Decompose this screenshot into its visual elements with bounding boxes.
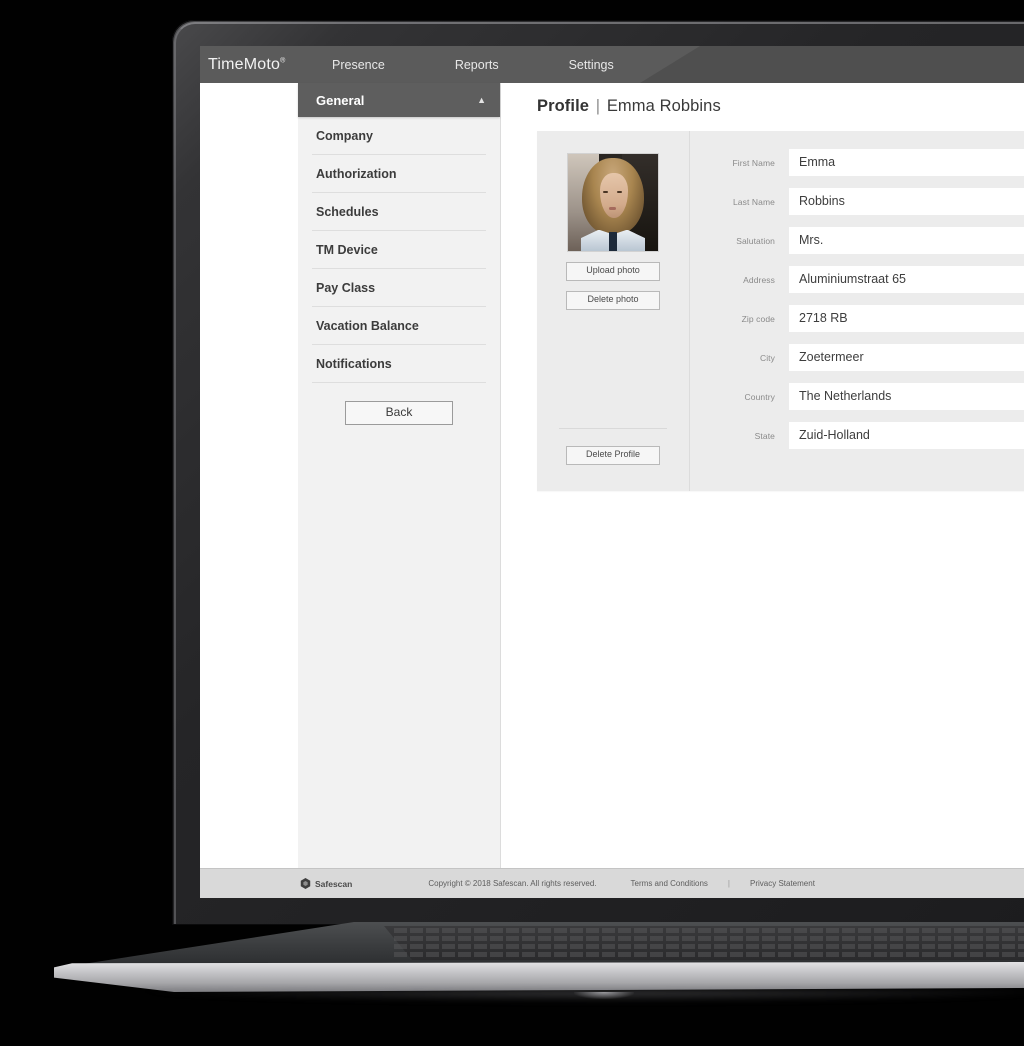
- field-row-zip-code: Zip code 2718 RB: [690, 305, 1024, 332]
- input-address[interactable]: Aluminiumstraat 65: [789, 266, 1024, 293]
- footer-copyright: Copyright © 2018 Safescan. All rights re…: [428, 879, 597, 888]
- sidebar-item-company[interactable]: Company: [312, 117, 486, 155]
- sidebar-item-schedules[interactable]: Schedules: [312, 193, 486, 231]
- avatar-eye-right: [616, 190, 622, 194]
- nav-item-reports[interactable]: Reports: [449, 58, 505, 72]
- input-first-name[interactable]: Emma: [789, 149, 1024, 176]
- sidebar-item-notifications[interactable]: Notifications: [312, 345, 486, 383]
- left-gutter: [200, 83, 298, 898]
- footer-terms-link[interactable]: Terms and Conditions: [631, 879, 708, 888]
- profile-photo-column: Upload photo Delete photo Delete Profile: [537, 131, 690, 491]
- input-last-name[interactable]: Robbins: [789, 188, 1024, 215]
- top-navigation-bar: TimeMoto® Presence Reports Settings: [200, 46, 1024, 83]
- label-zip-code: Zip code: [741, 313, 775, 324]
- nav-item-settings[interactable]: Settings: [563, 58, 620, 72]
- key-row: [394, 952, 1024, 957]
- page-title-separator: |: [595, 97, 601, 115]
- laptop-base: [54, 922, 1024, 1008]
- profile-panel: Upload photo Delete photo Delete Profile…: [537, 131, 1024, 491]
- input-country[interactable]: The Netherlands: [789, 383, 1024, 410]
- page-title-subject: Emma Robbins: [606, 97, 721, 115]
- field-row-address: Address Aluminiumstraat 65: [690, 266, 1024, 293]
- delete-profile-button[interactable]: Delete Profile: [566, 446, 660, 465]
- registered-trademark-icon: ®: [280, 57, 286, 65]
- upload-photo-button[interactable]: Upload photo: [566, 262, 660, 281]
- input-salutation[interactable]: Mrs.: [789, 227, 1024, 254]
- input-city[interactable]: Zoetermeer: [789, 344, 1024, 371]
- label-country: Country: [744, 391, 775, 402]
- field-row-state: State Zuid-Holland: [690, 422, 1024, 449]
- label-address: Address: [743, 274, 775, 285]
- sidebar-item-pay-class[interactable]: Pay Class: [312, 269, 486, 307]
- profile-form: First Name Emma Last Name Robbins Saluta…: [690, 131, 1024, 491]
- page-footer: Safescan Copyright © 2018 Safescan. All …: [200, 868, 1024, 898]
- label-salutation: Salutation: [736, 235, 775, 246]
- key-row: [394, 928, 1024, 933]
- photo-column-divider: [559, 428, 667, 429]
- settings-sidebar: General ▲ Company Authorization Schedule…: [298, 83, 501, 898]
- field-row-first-name: First Name Emma: [690, 149, 1024, 176]
- key-row: [394, 944, 1024, 949]
- key-row: [394, 936, 1024, 941]
- field-row-city: City Zoetermeer: [690, 344, 1024, 371]
- label-state: State: [754, 430, 775, 441]
- avatar-tie: [609, 231, 618, 251]
- logo-text: TimeMoto: [208, 55, 281, 73]
- field-row-salutation: Salutation Mrs.: [690, 227, 1024, 254]
- label-last-name: Last Name: [732, 196, 775, 207]
- laptop-scene: TimeMoto® Presence Reports Settings Gene…: [0, 0, 1024, 1046]
- field-row-last-name: Last Name Robbins: [690, 188, 1024, 215]
- sidebar-section-label: General: [316, 92, 365, 108]
- laptop-screen: TimeMoto® Presence Reports Settings Gene…: [200, 46, 1024, 898]
- footer-privacy-link[interactable]: Privacy Statement: [750, 879, 815, 888]
- laptop-key-rows: [394, 928, 1024, 958]
- safescan-brand-text: Safescan: [315, 878, 353, 889]
- footer-separator: |: [727, 879, 730, 888]
- chevron-up-icon: ▲: [477, 94, 486, 105]
- delete-photo-button[interactable]: Delete photo: [566, 291, 660, 310]
- page-title: Profile | Emma Robbins: [537, 97, 1024, 116]
- laptop-base-body: [54, 962, 1024, 992]
- field-row-country: Country The Netherlands: [690, 383, 1024, 410]
- timemoto-logo[interactable]: TimeMoto®: [208, 56, 304, 74]
- main-panel: Profile | Emma Robbins Upload photo Dele…: [501, 83, 1024, 898]
- page-content: General ▲ Company Authorization Schedule…: [200, 83, 1024, 898]
- nav-item-presence[interactable]: Presence: [326, 58, 391, 72]
- label-first-name: First Name: [732, 157, 775, 168]
- safescan-logo: Safescan: [300, 878, 352, 889]
- avatar: [567, 153, 659, 252]
- sidebar-item-tm-device[interactable]: TM Device: [312, 231, 486, 269]
- input-state[interactable]: Zuid-Holland: [789, 422, 1024, 449]
- label-city: City: [759, 352, 775, 363]
- sidebar-item-authorization[interactable]: Authorization: [312, 155, 486, 193]
- laptop-front-notch: [574, 992, 634, 999]
- sidebar-item-vacation-balance[interactable]: Vacation Balance: [312, 307, 486, 345]
- safescan-hexagon-icon: [300, 878, 311, 889]
- back-button[interactable]: Back: [345, 401, 453, 425]
- sidebar-section-general[interactable]: General ▲: [298, 83, 500, 117]
- page-title-primary: Profile: [537, 97, 590, 115]
- avatar-lips: [609, 207, 617, 210]
- input-zip-code[interactable]: 2718 RB: [789, 305, 1024, 332]
